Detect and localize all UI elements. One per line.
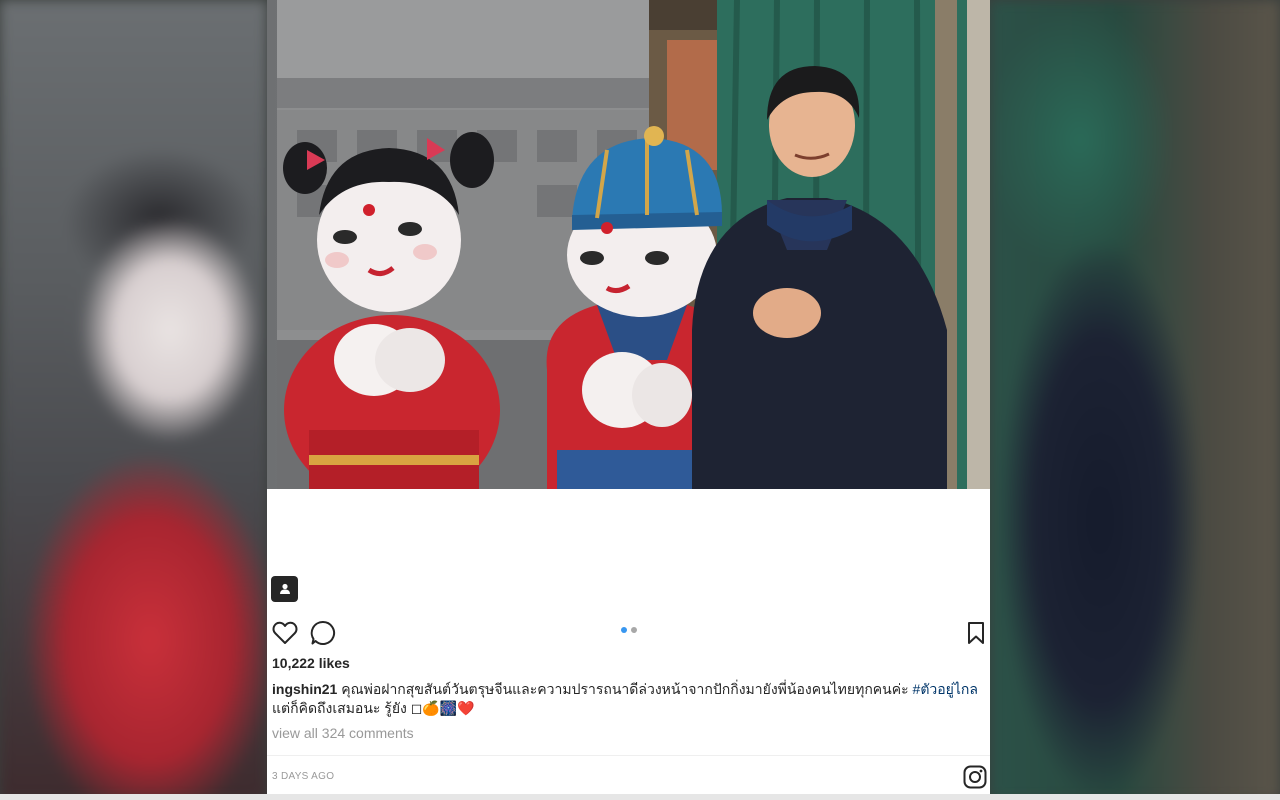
heart-outline-icon [272, 621, 298, 644]
like-button[interactable] [270, 618, 300, 648]
post-actions-bar [267, 618, 990, 648]
carousel-dot [631, 627, 637, 633]
card-divider [267, 755, 990, 756]
post-caption: ingshin21 คุณพ่อฝากสุขสันต์วันตรุษจีนและ… [272, 680, 987, 718]
comment-button[interactable] [308, 618, 338, 648]
bookmark-outline-icon [968, 622, 984, 644]
carousel-dot-active [621, 627, 627, 633]
photo-whitespace [267, 489, 990, 574]
instagram-post-card: 10,222 likes ingshin21 คุณพ่อฝากสุขสันต์… [267, 0, 990, 800]
caption-username[interactable]: ingshin21 [272, 681, 337, 697]
blurred-background-left [0, 0, 267, 800]
tagged-people-icon[interactable] [271, 576, 298, 602]
blurred-background-right [990, 0, 1280, 800]
post-timestamp: 3 DAYS AGO [272, 771, 335, 782]
caption-text-line2: แต่ก็คิดถึงเสมอนะ รู้ยัง ◻🍊🎆❤️ [272, 700, 475, 716]
bottom-edge [0, 794, 1280, 800]
post-photo-illustration [277, 0, 990, 489]
save-button[interactable] [961, 618, 990, 648]
post-photo[interactable] [267, 0, 990, 489]
view-all-comments-link[interactable]: view all 324 comments [272, 725, 414, 741]
carousel-indicator [621, 627, 637, 633]
caption-hashtag[interactable]: #ตัวอยู่ไกล [913, 681, 978, 697]
caption-text: คุณพ่อฝากสุขสันต์วันตรุษจีนและความปรารถน… [337, 681, 913, 697]
instagram-logo-icon[interactable] [963, 765, 987, 789]
comment-bubble-icon [310, 620, 335, 645]
likes-count[interactable]: 10,222 likes [272, 655, 350, 671]
